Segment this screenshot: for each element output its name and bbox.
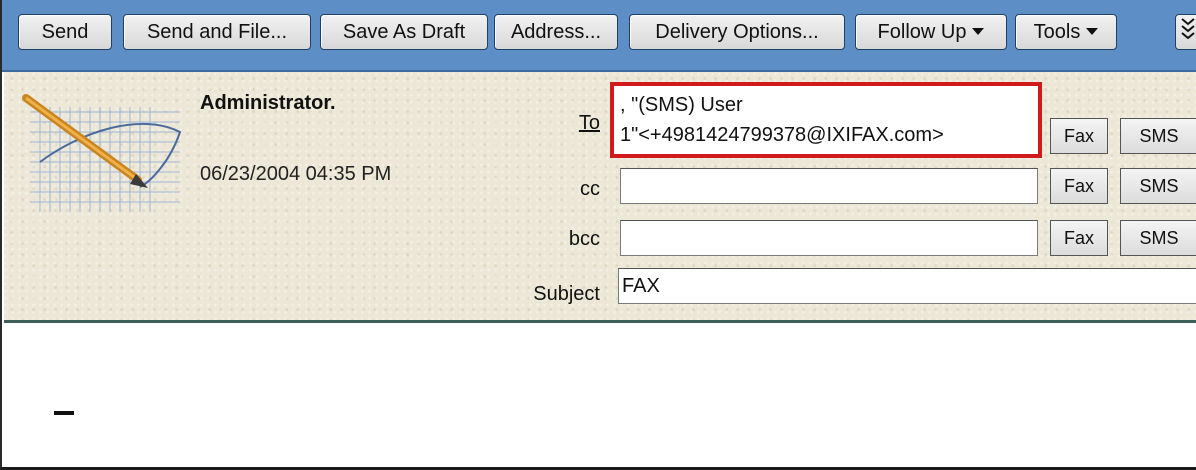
more-options-icon bbox=[1181, 18, 1195, 40]
text-cursor bbox=[54, 411, 74, 415]
to-label[interactable]: To bbox=[562, 112, 600, 135]
to-fax-button[interactable]: Fax bbox=[1050, 118, 1108, 154]
sender-name: Administrator. bbox=[200, 92, 336, 114]
bcc-sms-button[interactable]: SMS bbox=[1120, 220, 1196, 256]
chevron-down-icon bbox=[972, 28, 985, 35]
bcc-fax-button[interactable]: Fax bbox=[1050, 220, 1108, 256]
follow-up-dropdown[interactable]: Follow Up bbox=[855, 14, 1007, 50]
subject-field[interactable]: FAX bbox=[618, 268, 1196, 304]
compose-window: Send Send and File... Save As Draft Addr… bbox=[0, 0, 1196, 470]
tools-dropdown[interactable]: Tools bbox=[1015, 14, 1117, 50]
send-and-file-button[interactable]: Send and File... bbox=[123, 14, 311, 50]
to-sms-button[interactable]: SMS bbox=[1120, 118, 1196, 154]
to-field-highlight[interactable]: , "(SMS) User 1"<+4981424799378@IXIFAX.c… bbox=[610, 82, 1042, 158]
cc-fax-button[interactable]: Fax bbox=[1050, 168, 1108, 204]
bcc-label: bcc bbox=[568, 228, 600, 250]
message-body[interactable] bbox=[4, 323, 1196, 467]
subject-label: Subject bbox=[533, 283, 600, 305]
to-link[interactable]: To bbox=[579, 112, 600, 134]
save-as-draft-button[interactable]: Save As Draft bbox=[320, 14, 488, 50]
toolbar: Send Send and File... Save As Draft Addr… bbox=[2, 0, 1196, 72]
delivery-options-button[interactable]: Delivery Options... bbox=[629, 14, 845, 50]
pencil-notepad-icon bbox=[22, 94, 182, 212]
address-button[interactable]: Address... bbox=[494, 14, 618, 50]
message-datetime: 06/23/2004 04:35 PM bbox=[200, 163, 392, 185]
double-chevron-down-icon[interactable] bbox=[1175, 14, 1196, 50]
cc-label: cc bbox=[580, 178, 600, 200]
bcc-field[interactable] bbox=[620, 220, 1038, 256]
chevron-down-icon bbox=[1086, 28, 1099, 35]
to-value-line1: , "(SMS) User bbox=[620, 94, 743, 116]
to-value-line2: 1"<+4981424799378@IXIFAX.com> bbox=[620, 124, 944, 146]
cc-field[interactable] bbox=[620, 168, 1038, 204]
send-button[interactable]: Send bbox=[18, 14, 112, 50]
cc-sms-button[interactable]: SMS bbox=[1120, 168, 1196, 204]
